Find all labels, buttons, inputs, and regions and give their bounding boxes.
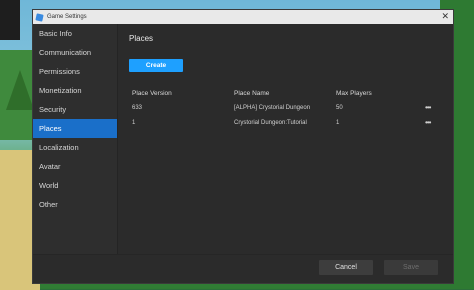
place-version-cell: 1 — [132, 120, 136, 126]
sidebar-item-avatar[interactable]: Avatar — [33, 157, 117, 176]
place-name-cell: [ALPHA] Crystorial Dungeon — [234, 105, 311, 111]
create-place-button[interactable]: Create — [129, 59, 183, 72]
close-icon[interactable]: ✕ — [441, 10, 449, 24]
more-options-icon[interactable]: ••• — [425, 118, 431, 127]
settings-sidebar: Basic Info Communication Permissions Mon… — [33, 24, 118, 255]
title-bar[interactable]: Game Settings ✕ — [33, 10, 453, 24]
place-name-cell: Crystorial Dungeon:Tutorial — [234, 120, 307, 126]
max-players-cell: 50 — [336, 105, 343, 111]
sidebar-item-world[interactable]: World — [33, 176, 117, 195]
page-title: Places — [129, 34, 154, 43]
sidebar-item-basic-info[interactable]: Basic Info — [33, 24, 117, 43]
sidebar-item-permissions[interactable]: Permissions — [33, 62, 117, 81]
game-settings-window: Game Settings ✕ Basic Info Communication… — [32, 9, 454, 284]
place-version-cell: 633 — [132, 105, 143, 111]
sidebar-item-monetization[interactable]: Monetization — [33, 81, 117, 100]
viewport-object — [0, 0, 20, 40]
window-title: Game Settings — [47, 14, 87, 20]
places-panel: Places Create Place Version Place Name M… — [118, 24, 453, 255]
viewport-tree — [6, 70, 34, 110]
sidebar-item-security[interactable]: Security — [33, 100, 117, 119]
cancel-button[interactable]: Cancel — [319, 260, 373, 275]
more-options-icon[interactable]: ••• — [425, 103, 431, 112]
sidebar-item-localization[interactable]: Localization — [33, 138, 117, 157]
sidebar-item-places[interactable]: Places — [33, 119, 117, 138]
sidebar-item-communication[interactable]: Communication — [33, 43, 117, 62]
roblox-studio-icon — [35, 12, 44, 22]
max-players-cell: 1 — [336, 120, 340, 126]
dialog-footer: Cancel Save — [33, 254, 453, 283]
column-header-place-name: Place Name — [234, 90, 270, 97]
save-button[interactable]: Save — [384, 260, 438, 275]
sidebar-item-other[interactable]: Other — [33, 195, 117, 214]
column-header-max-players: Max Players — [336, 90, 372, 97]
column-header-place-version: Place Version — [132, 90, 172, 97]
